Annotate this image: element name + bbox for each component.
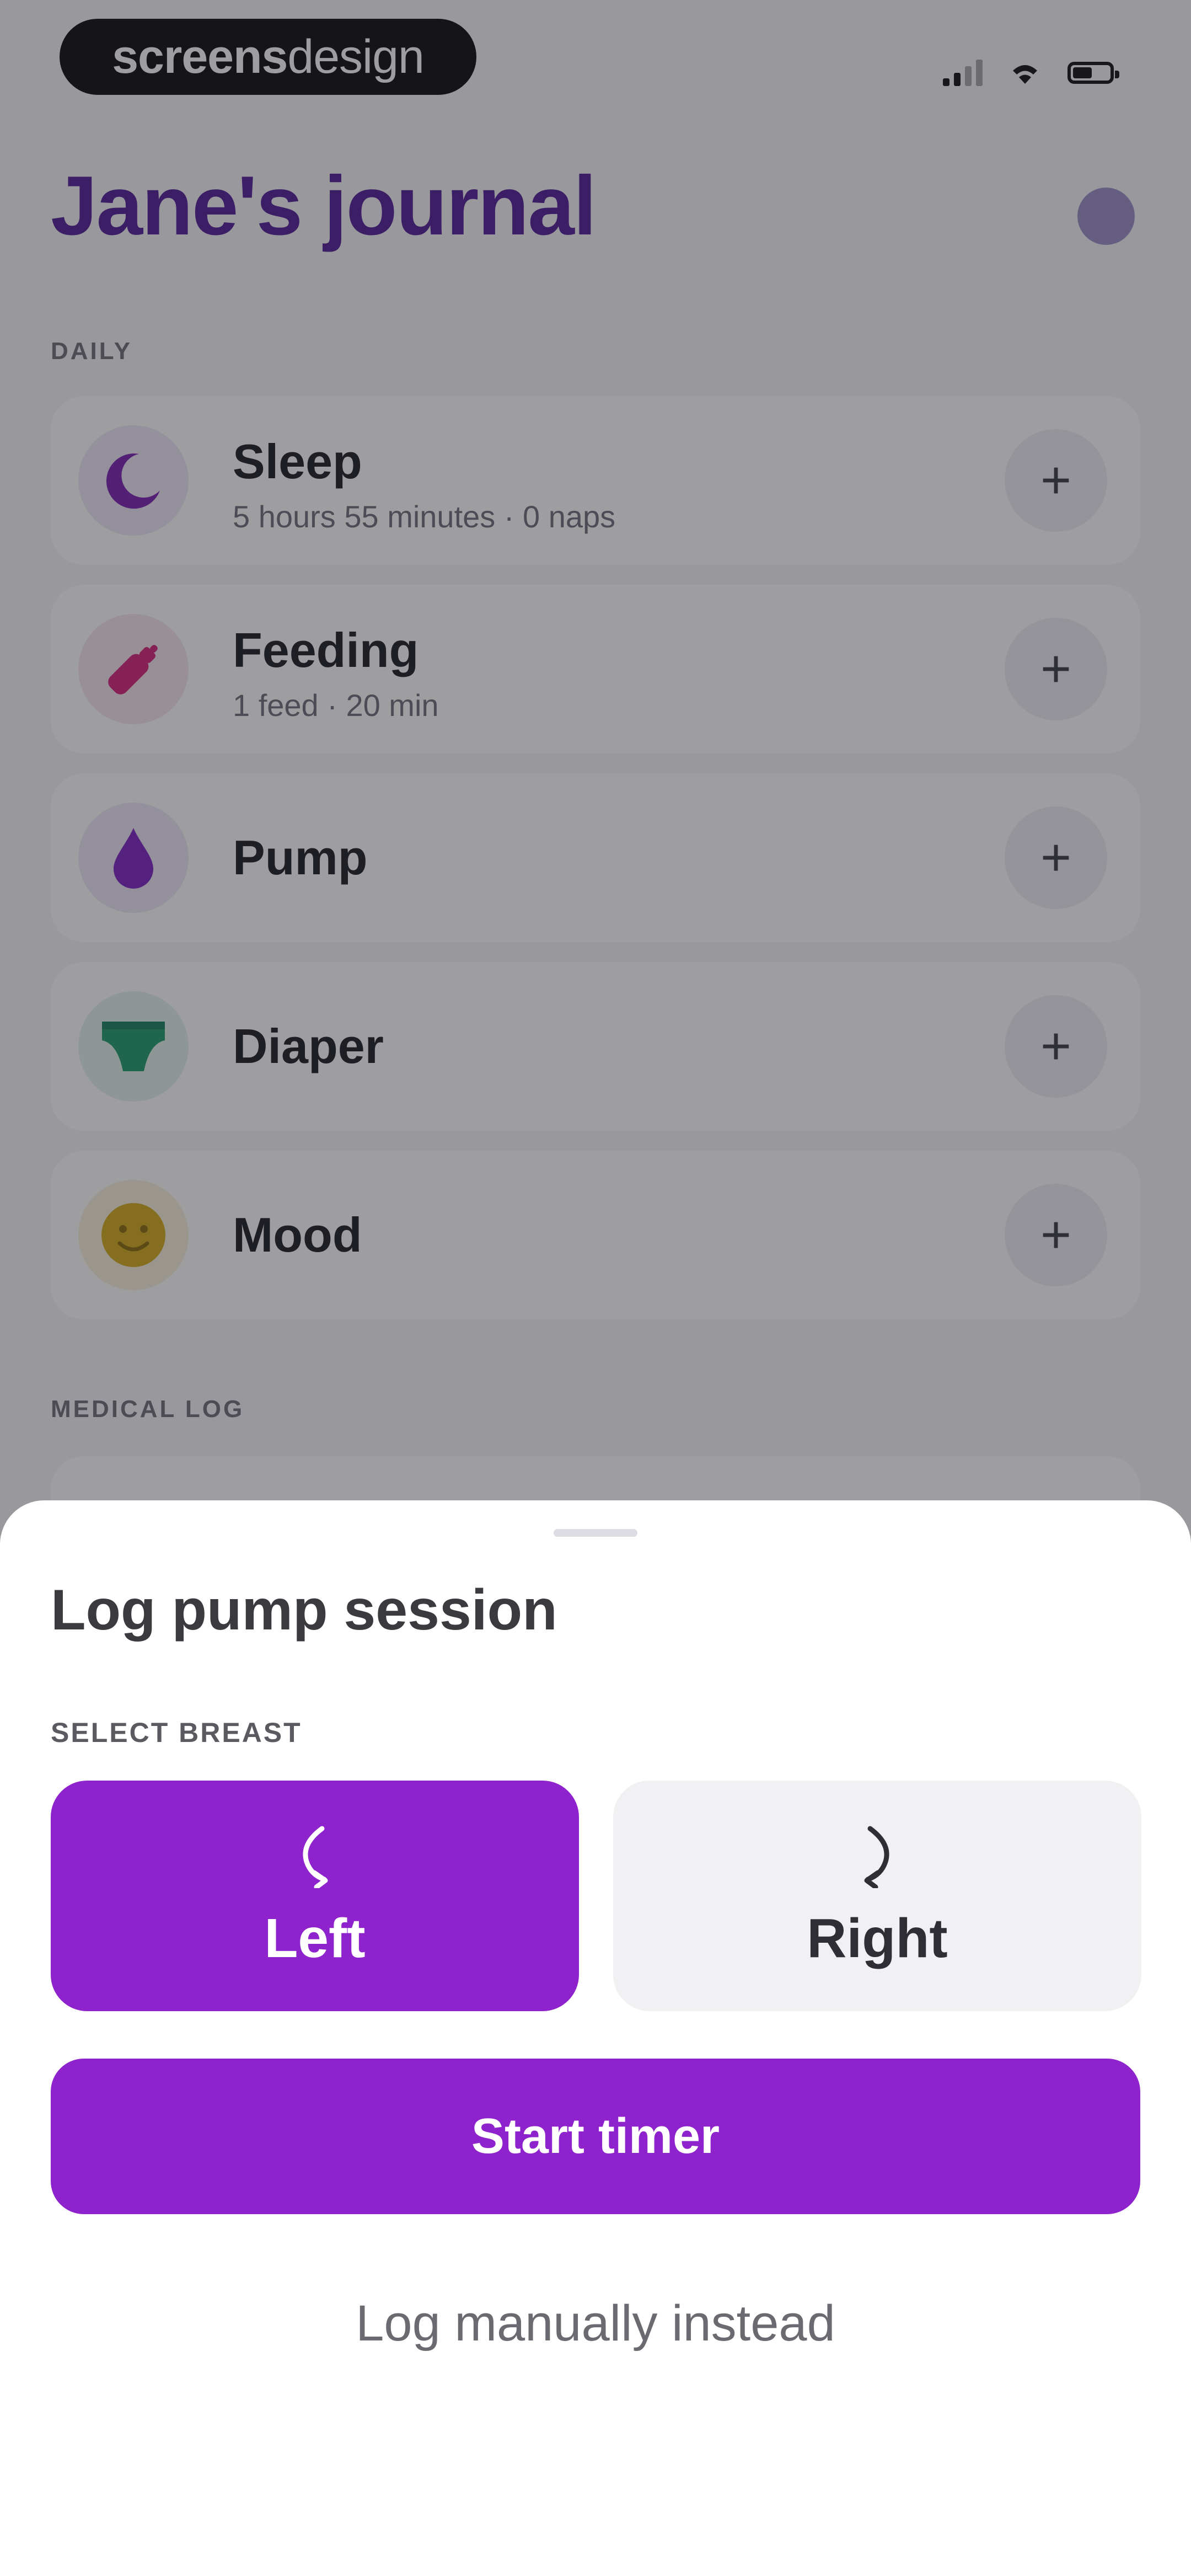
sheet-title: Log pump session bbox=[51, 1578, 557, 1642]
start-timer-button[interactable]: Start timer bbox=[51, 2059, 1140, 2214]
pump-session-sheet: Log pump session SELECT BREAST Left Righ… bbox=[0, 1500, 1191, 2576]
right-arrow-icon bbox=[864, 1826, 889, 1888]
right-breast-label: Right bbox=[807, 1907, 948, 1969]
right-breast-button[interactable]: Right bbox=[613, 1781, 1141, 2011]
left-arrow-icon bbox=[303, 1826, 328, 1888]
log-manually-link[interactable]: Log manually instead bbox=[0, 2295, 1191, 2353]
app-screen: screens design Jane's journal DAILY Sleep… bbox=[0, 0, 1191, 2576]
sheet-grabber[interactable] bbox=[554, 1529, 637, 1537]
select-breast-label: SELECT BREAST bbox=[51, 1717, 302, 1748]
left-breast-button[interactable]: Left bbox=[51, 1781, 579, 2011]
left-breast-label: Left bbox=[264, 1907, 366, 1969]
